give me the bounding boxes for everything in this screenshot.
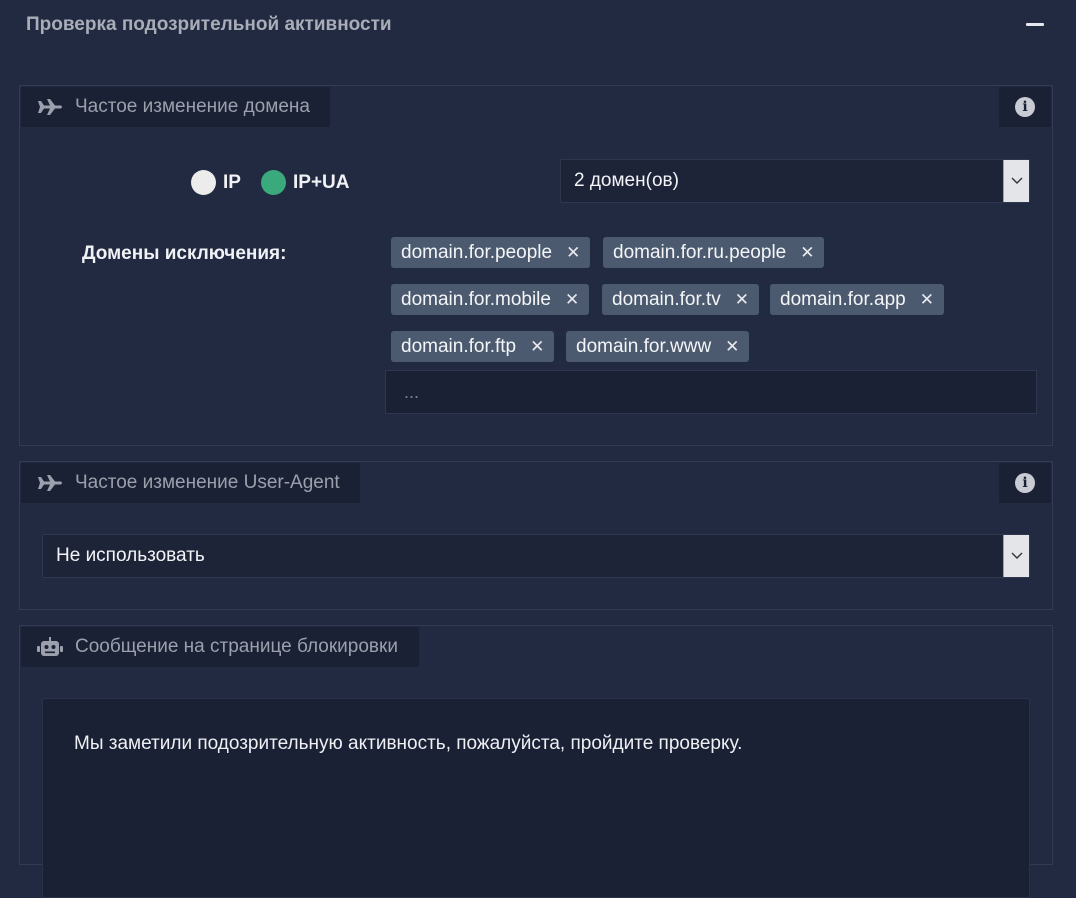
- radio-ip-ua[interactable]: IP+UA: [261, 170, 350, 195]
- info-button[interactable]: i: [999, 87, 1051, 127]
- close-icon[interactable]: ✕: [800, 243, 814, 263]
- panel-title: Сообщение на странице блокировки: [75, 636, 398, 657]
- tag-label: domain.for.mobile: [401, 288, 551, 310]
- close-icon[interactable]: ✕: [530, 337, 544, 357]
- domain-tag: domain.for.www ✕: [566, 331, 750, 362]
- panel-title: Частое изменение User-Agent: [75, 472, 340, 493]
- domain-tag: domain.for.tv ✕: [602, 284, 760, 315]
- exclusion-domain-input[interactable]: ...: [385, 370, 1037, 414]
- domain-tag: domain.for.app ✕: [770, 284, 944, 315]
- panel-header: Частое изменение домена: [21, 87, 330, 127]
- select-value: Не использовать: [56, 545, 205, 566]
- user-agent-panel: Частое изменение User-Agent i Не использ…: [19, 461, 1053, 610]
- tag-label: domain.for.www: [576, 335, 712, 357]
- radio-ip[interactable]: IP: [191, 170, 241, 195]
- block-message-textarea[interactable]: Мы заметили подозрительную активность, п…: [42, 698, 1030, 898]
- radio-dot[interactable]: [191, 170, 216, 195]
- collapse-button[interactable]: [1026, 23, 1044, 26]
- tag-label: domain.for.people: [401, 241, 553, 263]
- close-icon[interactable]: ✕: [565, 290, 579, 310]
- domain-tag: domain.for.mobile ✕: [391, 284, 590, 315]
- exclusions-label: Домены исключения:: [82, 243, 287, 264]
- select-value: 2 домен(ов): [574, 170, 679, 191]
- chevron-down-icon[interactable]: [1003, 160, 1029, 202]
- domain-tag: domain.for.ru.people ✕: [603, 237, 825, 268]
- domain-tag: domain.for.people ✕: [391, 237, 591, 268]
- domain-change-panel: Частое изменение домена i IP IP+UA 2 дом…: [19, 85, 1053, 446]
- radio-dot[interactable]: [261, 170, 286, 195]
- panel-header: Частое изменение User-Agent: [21, 463, 360, 503]
- block-message-panel: Сообщение на странице блокировки Мы заме…: [19, 625, 1053, 898]
- page-title: Проверка подозрительной активности: [26, 14, 392, 35]
- plane-icon: [37, 473, 63, 493]
- info-button[interactable]: i: [999, 463, 1051, 503]
- radio-label: IP: [223, 171, 241, 193]
- close-icon[interactable]: ✕: [735, 290, 749, 310]
- panel-header: Сообщение на странице блокировки: [21, 627, 419, 667]
- tag-label: domain.for.ru.people: [613, 241, 787, 263]
- chevron-down-icon[interactable]: [1003, 535, 1029, 577]
- tag-label: domain.for.tv: [612, 288, 721, 310]
- tag-label: domain.for.app: [780, 288, 906, 310]
- info-icon[interactable]: i: [1015, 97, 1035, 117]
- plane-icon: [37, 97, 63, 117]
- radio-label: IP+UA: [293, 171, 350, 193]
- robot-icon: [37, 637, 63, 657]
- close-icon[interactable]: ✕: [566, 243, 580, 263]
- close-icon[interactable]: ✕: [920, 290, 934, 310]
- domain-count-select[interactable]: 2 домен(ов): [560, 159, 1030, 203]
- close-icon[interactable]: ✕: [725, 337, 739, 357]
- domain-tag: domain.for.ftp ✕: [391, 331, 555, 362]
- user-agent-select[interactable]: Не использовать: [42, 534, 1030, 578]
- tag-label: domain.for.ftp: [401, 335, 517, 357]
- panel-title: Частое изменение домена: [75, 96, 310, 117]
- info-icon[interactable]: i: [1015, 473, 1035, 493]
